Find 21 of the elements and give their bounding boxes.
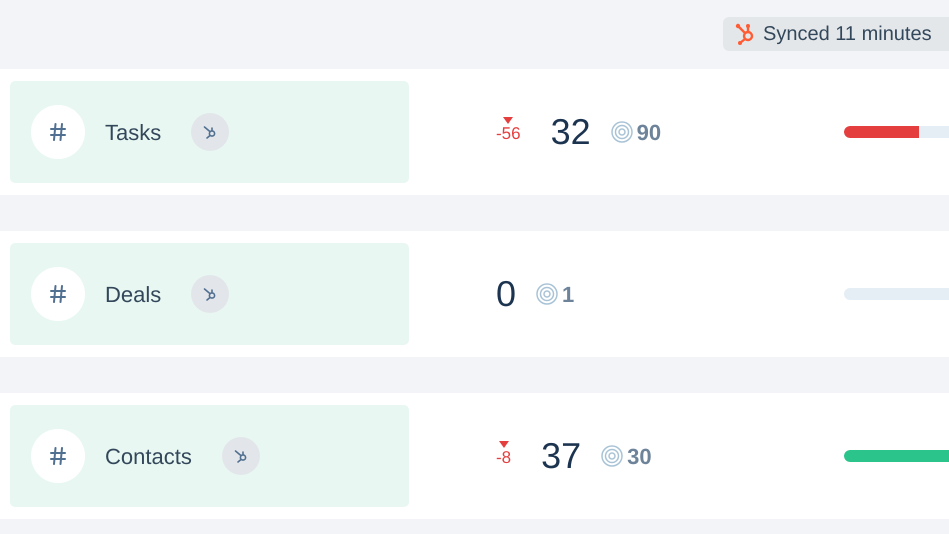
hub-icon — [202, 286, 218, 302]
hash-icon — [50, 123, 66, 141]
target-icon — [536, 283, 558, 305]
change-value: -56 — [496, 124, 521, 144]
change-value: -8 — [496, 448, 512, 468]
metric-label: Deals — [105, 280, 162, 308]
hub-icon — [232, 448, 249, 464]
target-icon — [601, 445, 624, 467]
target-icon — [610, 121, 633, 143]
metric-value: 32 — [550, 110, 591, 154]
metric-label: Tasks — [105, 118, 162, 146]
sync-status: Synced 11 minutes — [763, 22, 932, 47]
hash-icon — [50, 447, 66, 465]
metric-value: 0 — [496, 272, 516, 316]
target-value: 90 — [636, 118, 662, 146]
metric-value: 37 — [541, 434, 582, 478]
metric-label: Contacts — [105, 442, 192, 470]
target-value: 1 — [562, 280, 574, 308]
target-value: 30 — [627, 442, 652, 470]
hub-icon — [202, 124, 218, 140]
hash-icon — [50, 285, 66, 303]
